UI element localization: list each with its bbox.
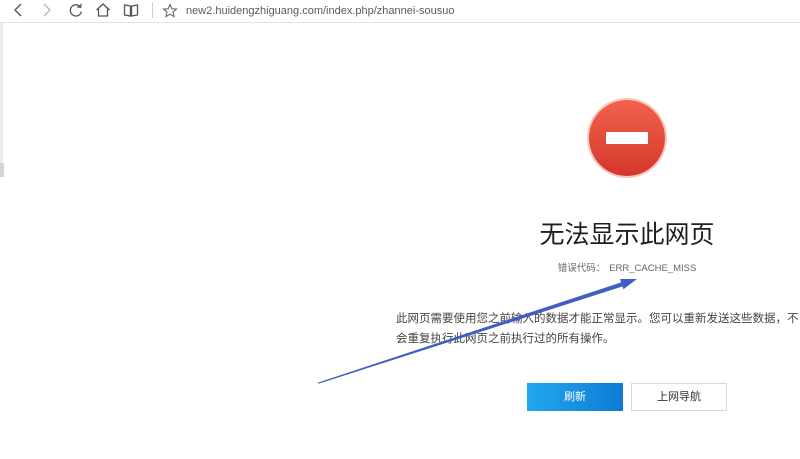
error-message-line: 会重复执行此网页之前执行过的所有操作。	[396, 333, 615, 345]
error-message: 此网页需要使用您之前输入的数据才能正常显示。您可以重新发送这些数据，不 会重复执…	[396, 309, 800, 349]
browser-toolbar: new2.huidengzhiguang.com/index.php/zhann…	[0, 0, 800, 23]
error-code-line: 错误代码： ERR_CACHE_MISS	[477, 263, 777, 275]
error-message-line: 此网页需要使用您之前输入的数据才能正常显示。您可以重新发送这些数据，不	[396, 313, 799, 325]
star-icon[interactable]	[161, 2, 179, 20]
refresh-icon[interactable]	[67, 1, 85, 19]
forward-icon[interactable]	[38, 1, 56, 19]
error-title: 无法显示此网页	[539, 221, 715, 249]
back-icon[interactable]	[9, 1, 27, 19]
toolbar-divider	[152, 2, 153, 18]
refresh-button[interactable]: 刷新	[527, 383, 623, 411]
address-bar-url[interactable]: new2.huidengzhiguang.com/index.php/zhann…	[186, 4, 746, 18]
annotation-arrow-head	[620, 279, 637, 290]
left-edge-mark	[0, 163, 4, 177]
error-code-label: 错误代码：	[557, 263, 606, 274]
error-minus-bar	[606, 132, 648, 144]
error-code: ERR_CACHE_MISS	[609, 263, 697, 274]
error-minus-icon	[589, 100, 665, 176]
home-icon[interactable]	[94, 1, 112, 19]
book-icon[interactable]	[122, 1, 140, 19]
left-edge-strip	[0, 23, 3, 163]
web-navigation-button[interactable]: 上网导航	[631, 383, 727, 411]
